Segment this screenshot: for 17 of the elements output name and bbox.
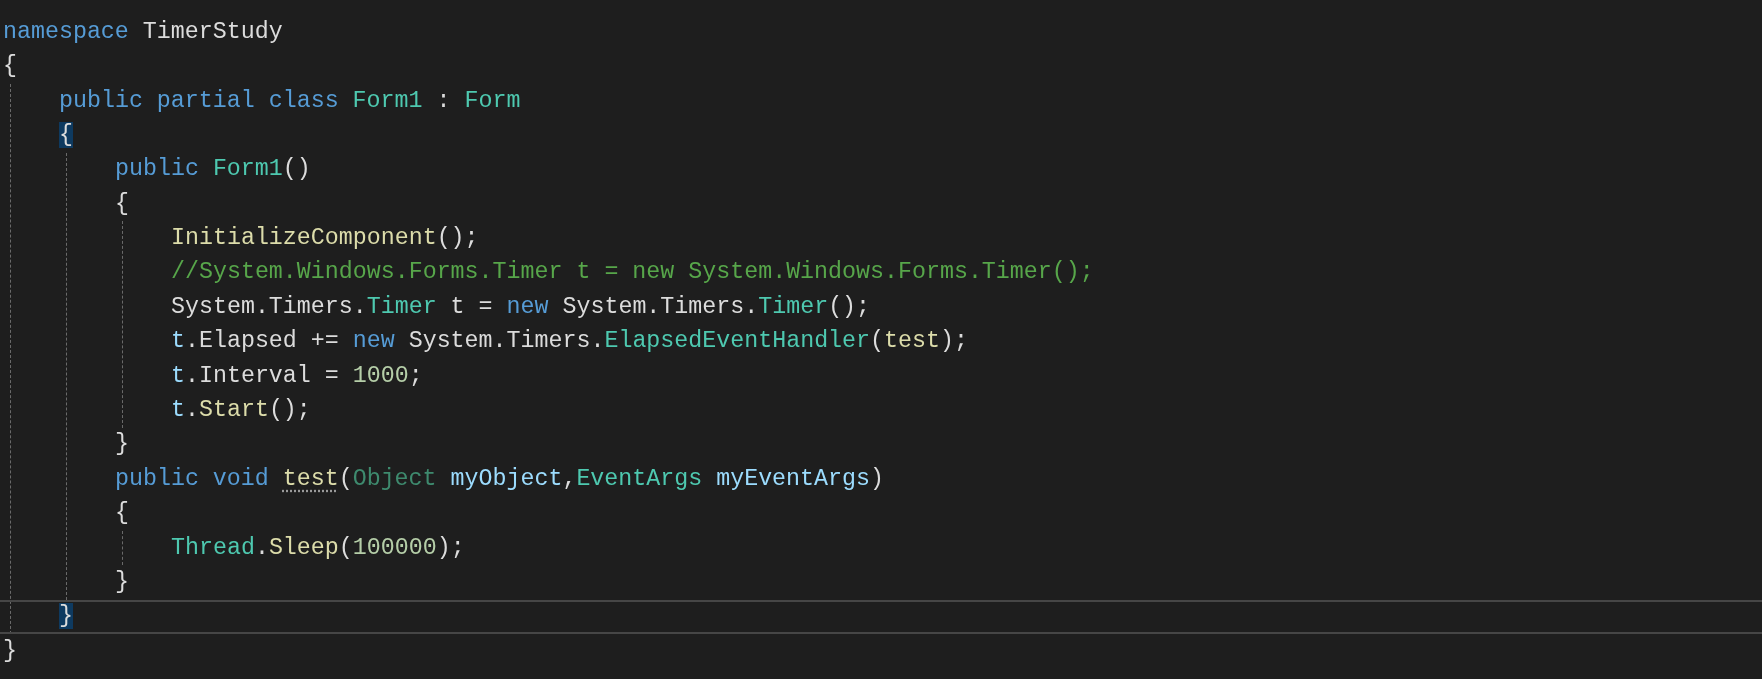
code-line: public Form1() — [115, 155, 311, 185]
code-line: { — [115, 189, 129, 219]
code-line: t.Elapsed += new System.Timers.ElapsedEventHandler(test); — [171, 327, 968, 357]
code-line: System.Timers.Timer t = new System.Timers.Timer(); — [171, 292, 871, 322]
code-line: public void test(Object myObject,EventArgs myEventArgs) — [115, 464, 884, 494]
code-line: { — [3, 52, 17, 82]
code-line: public partial class Form1 : Form — [59, 86, 521, 116]
code-line: { — [115, 499, 129, 529]
code-line: } — [3, 636, 17, 666]
code-line: } — [115, 568, 129, 597]
code-line: //System.Windows.Forms.Timer t = new System.Windows.Forms.Timer(); — [171, 258, 1094, 288]
code-line: Thread.Sleep(100000); — [171, 533, 465, 563]
code-line: InitializeComponent(); — [171, 224, 479, 254]
code-line: t.Start(); — [171, 396, 311, 426]
code-line: } — [115, 430, 129, 460]
code-line: namespace TimerStudy — [3, 17, 283, 47]
code-line: t.Interval = 1000; — [171, 361, 423, 391]
